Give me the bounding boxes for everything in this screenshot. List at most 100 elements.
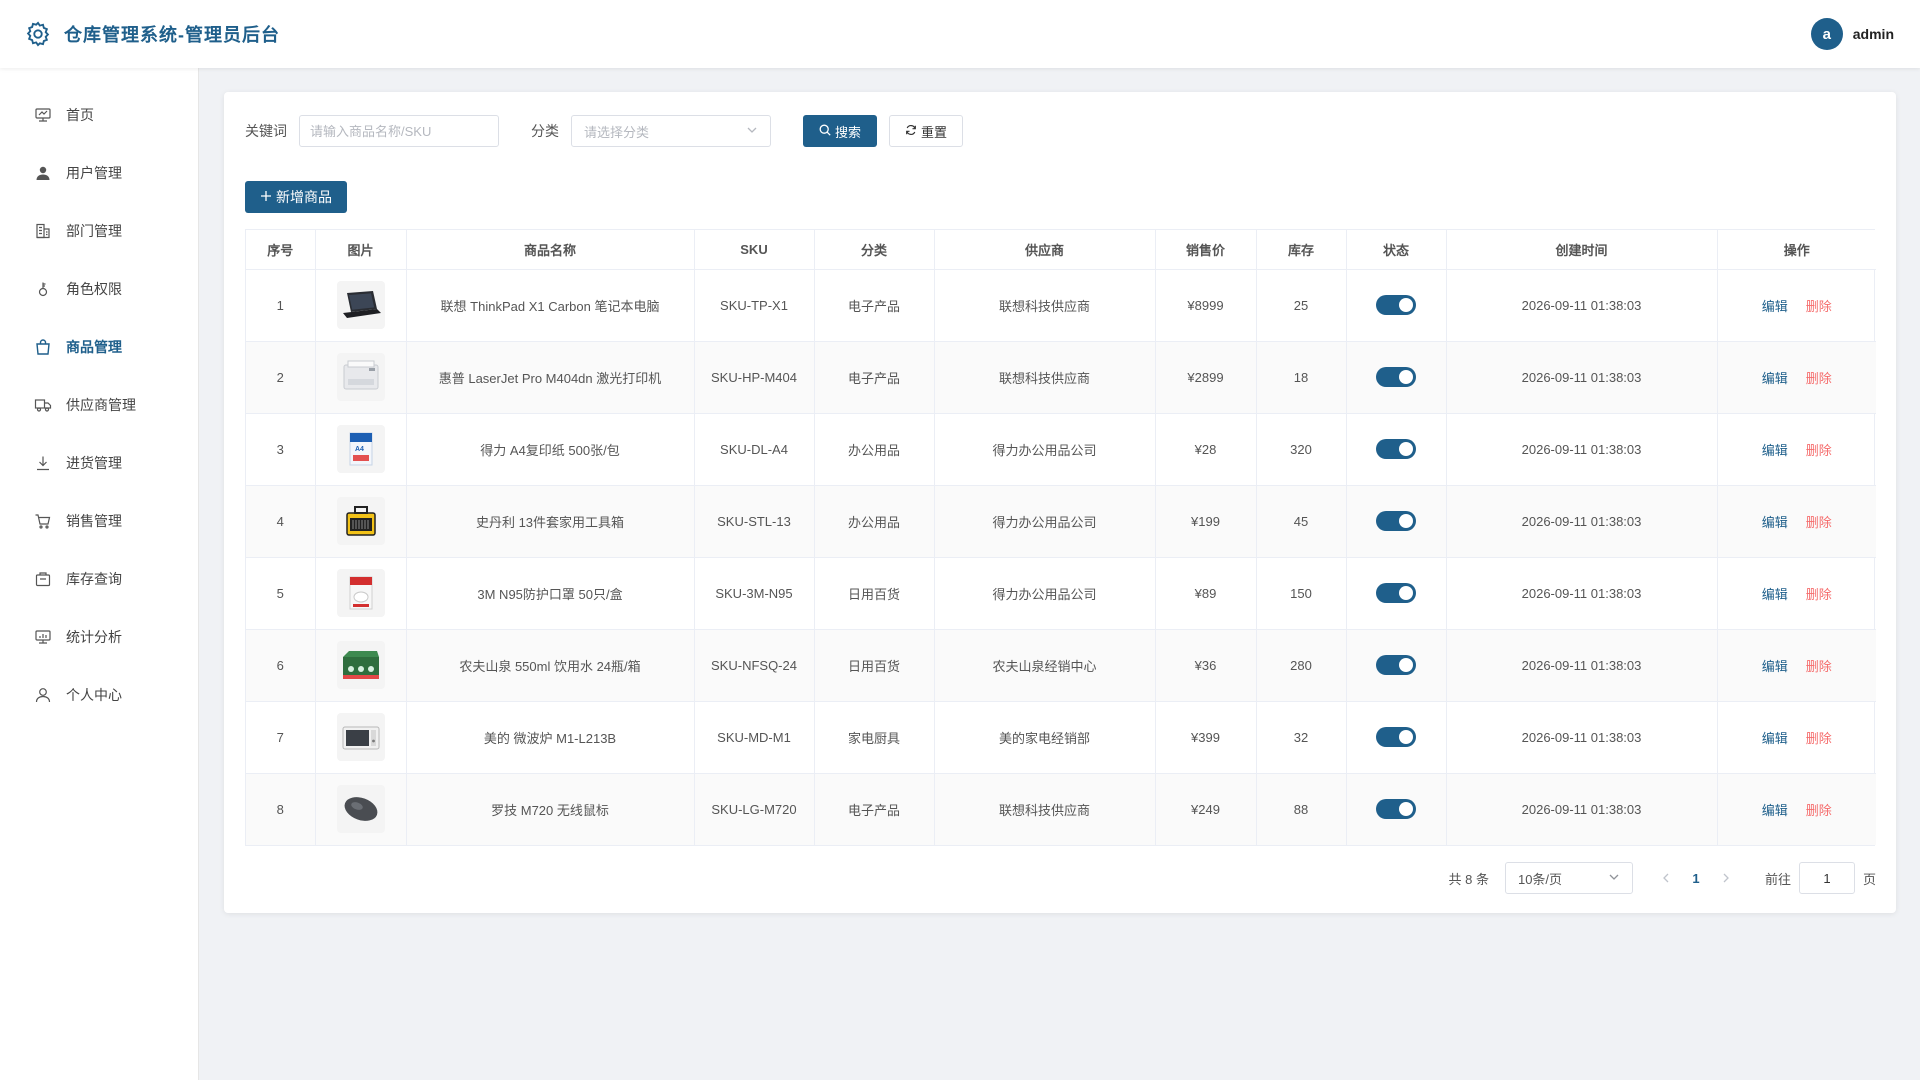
sidebar-item-9[interactable]: 库存查询 (0, 550, 198, 608)
sidebar-item-label: 进货管理 (66, 455, 122, 471)
delete-button[interactable]: 删除 (1806, 368, 1832, 387)
cell-supplier: 美的家电经销部 (934, 701, 1156, 774)
user-menu[interactable]: a admin (1810, 18, 1894, 50)
product-image[interactable] (336, 353, 385, 401)
sidebar-item-3[interactable]: 部门管理 (0, 202, 198, 260)
sidebar-item-5[interactable]: 商品管理 (0, 318, 198, 376)
cell-stock: 18 (1256, 341, 1347, 414)
delete-button[interactable]: 删除 (1806, 440, 1832, 459)
sidebar-item-11[interactable]: 个人中心 (0, 666, 198, 724)
chart-icon (34, 628, 52, 646)
edit-button[interactable]: 编辑 (1762, 368, 1788, 387)
product-image[interactable] (336, 713, 385, 761)
sidebar-item-6[interactable]: 供应商管理 (0, 376, 198, 434)
edit-button[interactable]: 编辑 (1762, 800, 1788, 819)
delete-button[interactable]: 删除 (1806, 512, 1832, 531)
edit-button[interactable]: 编辑 (1762, 584, 1788, 603)
delete-button[interactable]: 删除 (1806, 728, 1832, 747)
page-number-1[interactable]: 1 (1681, 871, 1711, 886)
edit-button[interactable]: 编辑 (1762, 296, 1788, 315)
status-toggle[interactable] (1376, 799, 1416, 820)
download-icon (34, 454, 52, 472)
cell-status (1346, 773, 1447, 845)
cell-index: 7 (246, 701, 316, 774)
product-image[interactable]: A4 (336, 425, 385, 473)
cell-stock: 320 (1256, 413, 1347, 486)
sidebar-item-label: 统计分析 (66, 629, 122, 645)
cell-stock: 32 (1256, 701, 1347, 774)
search-button[interactable]: 搜索 (803, 115, 877, 147)
cell-stock: 25 (1256, 269, 1347, 342)
cell-sku: SKU-NFSQ-24 (694, 629, 815, 702)
cell-sku: SKU-TP-X1 (694, 269, 815, 342)
delete-button[interactable]: 删除 (1806, 296, 1832, 315)
product-image[interactable] (336, 641, 385, 689)
cell-supplier: 农夫山泉经销中心 (934, 629, 1156, 702)
status-toggle[interactable] (1376, 367, 1416, 387)
cell-created: 2026-09-11 01:38:03 (1446, 485, 1718, 558)
product-image[interactable] (336, 785, 385, 834)
key-icon (34, 280, 52, 298)
edit-button[interactable]: 编辑 (1762, 728, 1788, 747)
delete-button[interactable]: 删除 (1806, 656, 1832, 675)
reset-button[interactable]: 重置 (889, 115, 963, 147)
username[interactable]: admin (1853, 26, 1894, 42)
sidebar-item-label: 个人中心 (66, 687, 122, 703)
status-toggle[interactable] (1376, 439, 1416, 459)
box-icon (34, 570, 52, 588)
avatar[interactable]: a (1810, 18, 1843, 50)
sidebar-item-1[interactable]: 首页 (0, 86, 198, 144)
status-toggle[interactable] (1376, 295, 1416, 315)
row-actions: 编辑 删除 (1718, 512, 1877, 531)
prev-page-button[interactable] (1651, 871, 1681, 886)
status-toggle[interactable] (1376, 511, 1416, 531)
delete-button[interactable]: 删除 (1806, 584, 1832, 603)
status-toggle[interactable] (1376, 727, 1416, 747)
cell-status (1346, 557, 1447, 630)
sidebar-item-label: 角色权限 (66, 281, 122, 297)
product-image[interactable] (336, 281, 385, 329)
product-image[interactable] (336, 569, 385, 617)
page-size-select[interactable]: 10条/页 (1504, 862, 1633, 894)
cell-price: ¥399 (1155, 701, 1257, 774)
sidebar-item-8[interactable]: 销售管理 (0, 492, 198, 550)
cell-status (1346, 341, 1447, 414)
col-header-created: 创建时间 (1446, 230, 1718, 270)
chevron-down-icon (746, 124, 758, 139)
edit-button[interactable]: 编辑 (1762, 440, 1788, 459)
sidebar-item-7[interactable]: 进货管理 (0, 434, 198, 492)
col-header-price: 销售价 (1155, 230, 1257, 270)
delete-button[interactable]: 删除 (1806, 800, 1832, 819)
cell-created: 2026-09-11 01:38:03 (1446, 341, 1718, 414)
edit-button[interactable]: 编辑 (1762, 656, 1788, 675)
cell-created: 2026-09-11 01:38:03 (1446, 701, 1718, 774)
next-page-button[interactable] (1711, 871, 1741, 886)
add-product-label: 新增商品 (276, 189, 332, 205)
status-toggle[interactable] (1376, 583, 1416, 603)
sidebar-item-10[interactable]: 统计分析 (0, 608, 198, 666)
sidebar-item-4[interactable]: 角色权限 (0, 260, 198, 318)
cell-sku: SKU-MD-M1 (694, 701, 815, 774)
cell-index: 2 (246, 341, 316, 414)
product-table: 序号 图片 商品名称 SKU 分类 供应商 销售价 库存 状态 创建时间 操作 … (245, 229, 1877, 846)
row-actions: 编辑 删除 (1718, 656, 1877, 675)
table-row: 2 惠普 LaserJet Pro M404dn 激光打印机 SKU-HP-M404… (246, 341, 1876, 414)
category-select[interactable]: 请选择分类 (571, 115, 771, 147)
goto-page-input[interactable] (1798, 862, 1855, 894)
cell-supplier: 联想科技供应商 (934, 269, 1156, 342)
product-image[interactable] (336, 497, 385, 545)
sidebar-item-2[interactable]: 用户管理 (0, 144, 198, 202)
gear-icon (24, 20, 52, 48)
keyword-input[interactable] (299, 115, 499, 147)
cell-price: ¥8999 (1155, 269, 1257, 342)
table-row: 3 A4 得力 A4复印纸 500张/包 SKU-DL-A4 办公用品 得力办公用品公司 ¥… (246, 413, 1876, 486)
sidebar-item-label: 销售管理 (66, 513, 122, 529)
status-toggle[interactable] (1376, 655, 1416, 675)
search-button-label: 搜索 (834, 124, 861, 140)
col-header-index: 序号 (246, 230, 316, 270)
cell-price: ¥28 (1155, 413, 1257, 486)
add-product-button[interactable]: 新增商品 (245, 181, 347, 213)
edit-button[interactable]: 编辑 (1762, 512, 1788, 531)
cell-price: ¥2899 (1155, 341, 1257, 414)
dashboard-icon (34, 106, 52, 124)
